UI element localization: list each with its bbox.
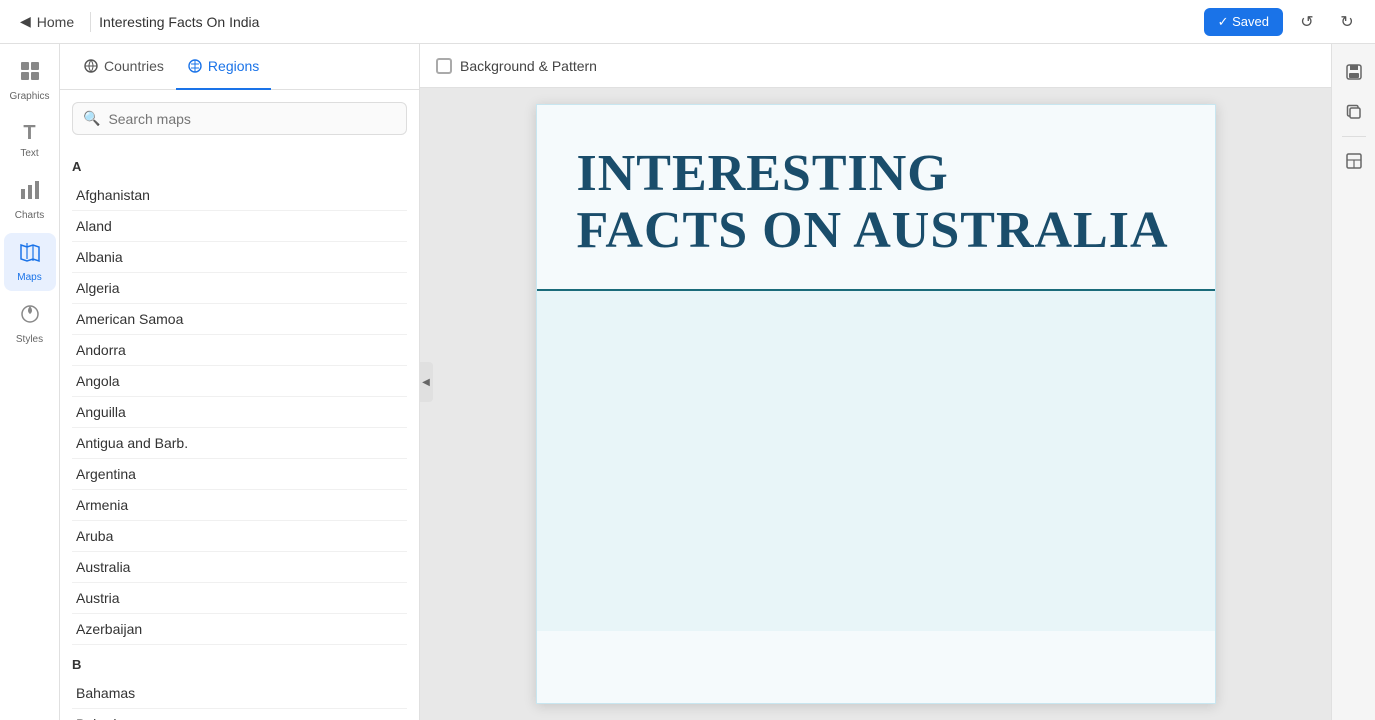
- styles-icon: [19, 303, 41, 331]
- list-item[interactable]: Afghanistan: [72, 180, 407, 211]
- bg-pattern-checkbox[interactable]: [436, 58, 452, 74]
- right-toolbar-separator: [1342, 136, 1366, 137]
- maps-label: Maps: [17, 272, 41, 283]
- copy-icon: [1345, 103, 1363, 121]
- panel: Countries Regions 🔍 A Afghanistan Aland …: [60, 44, 420, 720]
- list-item[interactable]: Albania: [72, 242, 407, 273]
- regions-icon: [188, 59, 202, 73]
- canvas-title: INTERESTING FACTS ON AUSTRALIA: [577, 145, 1175, 259]
- graphics-icon: [19, 60, 41, 88]
- list-item[interactable]: Aruba: [72, 521, 407, 552]
- redo-button[interactable]: ↻: [1331, 6, 1363, 38]
- section-letter-a: A: [72, 159, 407, 174]
- panel-tabs: Countries Regions: [60, 44, 419, 90]
- right-tool-copy[interactable]: [1338, 96, 1370, 128]
- icon-sidebar: Graphics T Text Charts: [0, 44, 60, 720]
- doc-title: Interesting Facts On India: [99, 14, 259, 30]
- country-list: A Afghanistan Aland Albania Algeria Amer…: [60, 147, 419, 720]
- list-item[interactable]: Australia: [72, 552, 407, 583]
- canvas-toolbar: Background & Pattern: [420, 44, 1331, 88]
- home-label: Home: [37, 14, 74, 30]
- tab-countries[interactable]: Countries: [72, 44, 176, 90]
- list-item[interactable]: Azerbaijan: [72, 614, 407, 645]
- main-layout: Graphics T Text Charts: [0, 44, 1375, 720]
- bg-pattern-text: Background & Pattern: [460, 58, 597, 74]
- list-item[interactable]: Bahamas: [72, 678, 407, 709]
- sidebar-item-text[interactable]: T Text: [4, 114, 56, 167]
- list-item[interactable]: Aland: [72, 211, 407, 242]
- canvas-title-line2: FACTS ON AUSTRALIA: [577, 202, 1169, 259]
- collapse-panel-handle[interactable]: ◀: [419, 362, 433, 402]
- undo-button[interactable]: ↺: [1291, 6, 1323, 38]
- list-item[interactable]: Bahrain: [72, 709, 407, 720]
- saved-button[interactable]: ✓ Saved: [1204, 8, 1283, 36]
- right-toolbar: [1331, 44, 1375, 720]
- bg-pattern-label[interactable]: Background & Pattern: [436, 58, 597, 74]
- styles-label: Styles: [16, 334, 43, 345]
- list-item[interactable]: Algeria: [72, 273, 407, 304]
- sidebar-item-charts[interactable]: Charts: [4, 171, 56, 229]
- section-letter-b: B: [72, 657, 407, 672]
- right-tool-layout[interactable]: [1338, 145, 1370, 177]
- topbar: ◀ Home Interesting Facts On India ✓ Save…: [0, 0, 1375, 44]
- search-box: 🔍: [72, 102, 407, 135]
- graphics-label: Graphics: [10, 91, 50, 102]
- doc-canvas[interactable]: INTERESTING FACTS ON AUSTRALIA: [536, 104, 1216, 704]
- list-item[interactable]: Armenia: [72, 490, 407, 521]
- home-button[interactable]: ◀ Home: [12, 9, 82, 34]
- charts-icon: [19, 179, 41, 207]
- charts-label: Charts: [15, 210, 44, 221]
- maps-icon: [19, 241, 41, 269]
- globe-icon: [84, 59, 98, 73]
- canvas-top-section: INTERESTING FACTS ON AUSTRALIA: [537, 105, 1215, 291]
- text-label: Text: [20, 148, 38, 159]
- canvas-title-line1: INTERESTING: [577, 145, 949, 202]
- canvas-bottom-section: [537, 291, 1215, 631]
- tab-countries-label: Countries: [104, 58, 164, 74]
- back-icon: ◀: [20, 13, 31, 30]
- search-input[interactable]: [108, 111, 396, 127]
- topbar-left: ◀ Home Interesting Facts On India: [12, 9, 259, 34]
- sidebar-item-maps[interactable]: Maps: [4, 233, 56, 291]
- text-icon: T: [23, 122, 35, 145]
- sidebar-item-styles[interactable]: Styles: [4, 295, 56, 353]
- list-item[interactable]: Andorra: [72, 335, 407, 366]
- tab-regions-label: Regions: [208, 58, 259, 74]
- list-item[interactable]: Argentina: [72, 459, 407, 490]
- sidebar-item-graphics[interactable]: Graphics: [4, 52, 56, 110]
- layout-icon: [1345, 152, 1363, 170]
- topbar-right: ✓ Saved ↺ ↻: [1204, 6, 1363, 38]
- right-tool-save[interactable]: [1338, 56, 1370, 88]
- list-item-austria[interactable]: Austria: [72, 583, 407, 614]
- canvas-content[interactable]: INTERESTING FACTS ON AUSTRALIA: [420, 88, 1331, 720]
- save-icon: [1345, 63, 1363, 81]
- list-item[interactable]: Angola: [72, 366, 407, 397]
- search-icon: 🔍: [83, 110, 100, 127]
- topbar-divider: [90, 12, 91, 32]
- list-item[interactable]: Antigua and Barb.: [72, 428, 407, 459]
- canvas-area: Background & Pattern INTERESTING FACTS O…: [420, 44, 1331, 720]
- list-item[interactable]: American Samoa: [72, 304, 407, 335]
- list-item[interactable]: Anguilla: [72, 397, 407, 428]
- tab-regions[interactable]: Regions: [176, 44, 271, 90]
